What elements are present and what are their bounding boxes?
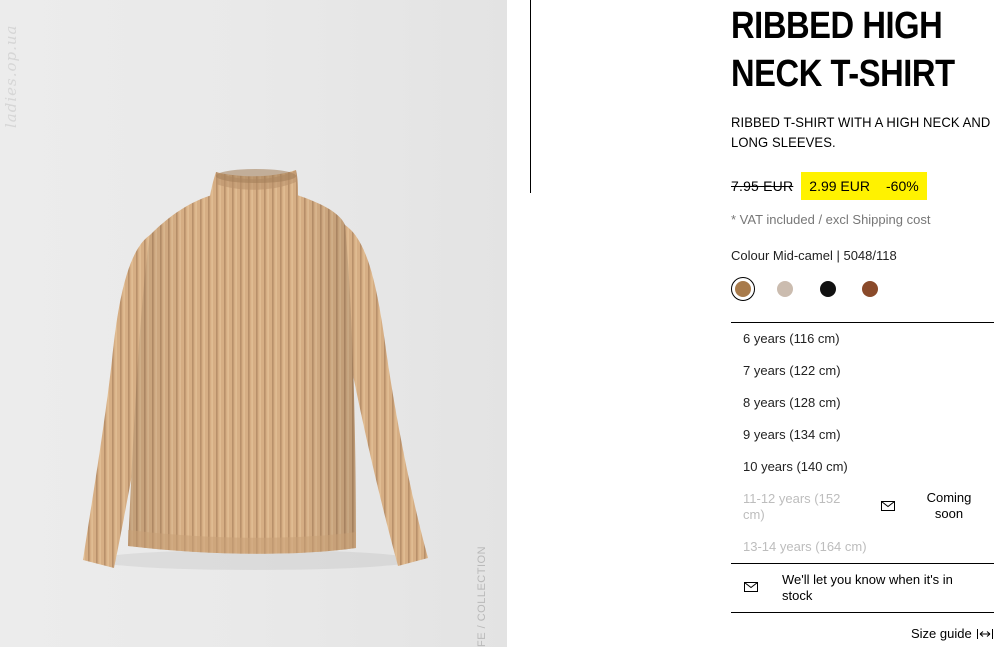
discount-percent: -60% bbox=[886, 178, 919, 194]
product-description-line2: LONG SLEEVES. bbox=[731, 134, 836, 150]
notify-divider-top bbox=[731, 563, 994, 564]
product-title-line2: NECK T-SHIRT bbox=[731, 53, 955, 95]
colour-swatch-brown[interactable] bbox=[858, 277, 882, 301]
size-list-divider bbox=[731, 322, 994, 323]
vertical-divider bbox=[530, 0, 531, 193]
envelope-icon bbox=[881, 501, 895, 511]
colour-swatch-black[interactable] bbox=[816, 277, 840, 301]
swatch-dot bbox=[862, 281, 878, 297]
notify-text: We'll let you know when it's in stock bbox=[782, 572, 972, 604]
size-guide-label: Size guide bbox=[911, 626, 972, 641]
swatch-dot bbox=[777, 281, 793, 297]
notify-me-button[interactable]: We'll let you know when it's in stock bbox=[731, 572, 994, 604]
colour-reference: Colour Mid-camel | 5048/118 bbox=[731, 248, 897, 263]
size-option-unavailable[interactable]: 13-14 years (164 cm) bbox=[743, 539, 867, 554]
notify-line2: stock bbox=[782, 588, 813, 603]
size-option[interactable]: 8 years (128 cm) bbox=[743, 395, 841, 410]
size-label-line2: cm) bbox=[743, 507, 765, 522]
sale-price-badge: 2.99 EUR -60% bbox=[801, 172, 927, 200]
size-option-unavailable[interactable]: 11-12 years (152 cm) bbox=[743, 491, 840, 523]
product-image[interactable]: ladies.op.ua FE / COLLECTION bbox=[0, 0, 507, 647]
size-option[interactable]: 7 years (122 cm) bbox=[743, 363, 841, 378]
sweater-illustration bbox=[83, 169, 428, 570]
vat-note: * VAT included / excl Shipping cost bbox=[731, 212, 931, 227]
size-option[interactable]: 6 years (116 cm) bbox=[743, 331, 840, 346]
resize-horizontal-icon bbox=[976, 628, 993, 639]
product-description-line1: RIBBED T-SHIRT WITH A HIGH NECK AND bbox=[731, 114, 991, 130]
size-guide-link[interactable]: Size guide bbox=[911, 626, 993, 641]
size-option[interactable]: 9 years (134 cm) bbox=[743, 427, 841, 442]
swatch-dot bbox=[735, 281, 751, 297]
size-option[interactable]: 10 years (140 cm) bbox=[743, 459, 848, 474]
envelope-icon bbox=[744, 582, 758, 592]
swatch-dot bbox=[820, 281, 836, 297]
sale-price: 2.99 EUR bbox=[809, 178, 870, 194]
size-label-line1: 11-12 years (152 bbox=[743, 491, 841, 506]
notify-line1: We'll let you know when it's in bbox=[782, 572, 953, 587]
product-title: RIBBED HIGH NECK T-SHIRT bbox=[731, 2, 960, 98]
coming-soon-text: Coming soon bbox=[909, 490, 989, 522]
coming-soon-line2: soon bbox=[934, 506, 964, 521]
old-price: 7.95 EUR bbox=[731, 178, 794, 194]
collection-label: FE / COLLECTION bbox=[476, 545, 488, 647]
colour-swatch-light-beige[interactable] bbox=[773, 277, 797, 301]
coming-soon-line1: Coming bbox=[926, 490, 972, 505]
colour-swatch-mid-camel[interactable] bbox=[731, 277, 755, 301]
product-description: RIBBED T-SHIRT WITH A HIGH NECK AND LONG… bbox=[731, 112, 990, 152]
coming-soon-notice[interactable]: Coming soon bbox=[881, 490, 991, 522]
notify-divider-bottom bbox=[731, 612, 994, 613]
price-row: 7.95 EUR 2.99 EUR -60% bbox=[731, 172, 927, 200]
product-title-line1: RIBBED HIGH bbox=[731, 5, 943, 47]
